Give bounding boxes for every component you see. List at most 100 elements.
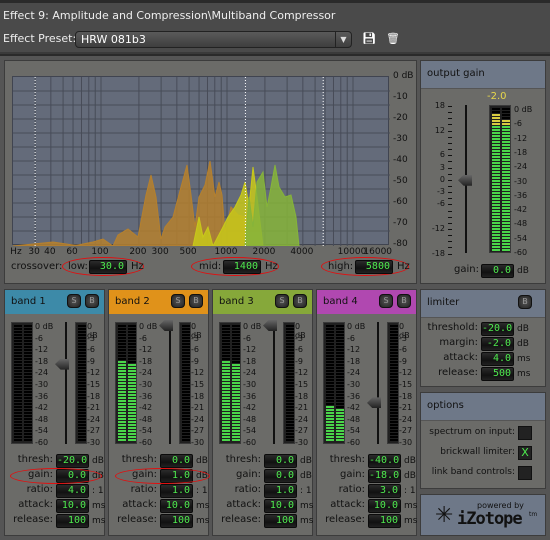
bypass-button[interactable]: B: [189, 294, 203, 308]
input-meter-label: -12: [139, 345, 153, 355]
slider-tick: [448, 222, 452, 224]
threshold-slider-handle[interactable]: [55, 358, 69, 370]
meter-segment: [502, 186, 510, 188]
meter-segment: [336, 367, 344, 369]
meter-segment: [286, 361, 294, 363]
limiter-bypass-button[interactable]: B: [518, 295, 532, 309]
ratio-field[interactable]: 3.0: [368, 484, 401, 498]
meter-segment: [326, 388, 334, 390]
ratio-field[interactable]: 1.0: [264, 484, 297, 498]
bypass-button[interactable]: B: [397, 294, 411, 308]
input-meter-label: 0 dB: [243, 322, 262, 331]
meter-segment: [182, 400, 190, 402]
reduction-meter-label: -30: [295, 438, 309, 447]
meter-segment: [336, 337, 344, 339]
meter-segment: [502, 222, 510, 224]
meter-segment: [128, 430, 136, 432]
output-gain-field[interactable]: 0.0: [481, 264, 514, 278]
output-gain-slider-handle[interactable]: [458, 174, 472, 186]
input-meter-label: -48: [347, 414, 361, 424]
thresh-field[interactable]: -20.0: [56, 454, 89, 468]
release-field[interactable]: 100: [368, 514, 401, 528]
attack-field[interactable]: 10.0: [368, 499, 401, 513]
bypass-button[interactable]: B: [85, 294, 99, 308]
limiter-margin-field[interactable]: -2.0: [481, 337, 514, 351]
solo-button[interactable]: S: [171, 294, 185, 308]
meter-segment: [232, 352, 240, 354]
gain-field[interactable]: -18.0: [368, 469, 401, 483]
meter-segment: [14, 403, 22, 405]
meter-segment: [182, 325, 190, 327]
input-meter-label: -12: [35, 345, 49, 355]
limiter-release-field[interactable]: 500: [481, 367, 514, 381]
crossover-mid-field[interactable]: 1400: [223, 260, 261, 274]
meter-segment: [128, 436, 136, 438]
gain-reduction-meter: [283, 322, 295, 444]
attack-field[interactable]: 10.0: [160, 499, 193, 513]
brickwall-limiter-checkbox[interactable]: X: [518, 446, 532, 460]
input-meter-label: -36: [35, 391, 49, 401]
ratio-field[interactable]: 4.0: [56, 484, 89, 498]
save-icon[interactable]: 💾︎: [362, 32, 376, 46]
meter-segment: [502, 204, 510, 206]
release-field[interactable]: 100: [264, 514, 297, 528]
limiter-attack-unit: ms: [517, 354, 531, 364]
threshold-slider-track[interactable]: [377, 322, 379, 444]
meter-segment: [390, 388, 398, 390]
reduction-meter-label: -3: [295, 333, 303, 343]
output-meter-label: -42: [514, 205, 528, 215]
threshold-slider-handle[interactable]: [367, 397, 381, 409]
meter-segment: [118, 391, 126, 393]
bypass-button[interactable]: B: [293, 294, 307, 308]
meter-segment: [326, 379, 334, 381]
meter-segment: [24, 412, 32, 414]
crossover-low-field[interactable]: 30.0: [89, 260, 127, 274]
meter-segment: [232, 391, 240, 393]
attack-field[interactable]: 10.0: [56, 499, 89, 513]
spectrum-on-input-checkbox[interactable]: [518, 426, 532, 440]
threshold-slider-track[interactable]: [169, 322, 171, 444]
release-field[interactable]: 100: [160, 514, 193, 528]
output-slider-label: 0: [439, 174, 445, 184]
high-label: high:: [328, 261, 354, 272]
gain-field[interactable]: 0.0: [264, 469, 297, 483]
thresh-field[interactable]: 0.0: [264, 454, 297, 468]
meter-segment: [492, 108, 500, 110]
meter-segment: [78, 433, 86, 435]
meter-segment: [492, 192, 500, 194]
crossover-high-field[interactable]: 5800: [355, 260, 393, 274]
meter-segment: [14, 436, 22, 438]
solo-button[interactable]: S: [67, 294, 81, 308]
meter-segment: [492, 183, 500, 185]
input-meter-label: 0 dB: [35, 322, 54, 331]
ratio-field[interactable]: 1.0: [160, 484, 193, 498]
solo-button[interactable]: S: [275, 294, 289, 308]
limiter-threshold-field[interactable]: -20.0: [481, 322, 514, 336]
output-slider-label: -18: [431, 248, 445, 258]
thresh-field[interactable]: 0.0: [160, 454, 193, 468]
slider-tick: [448, 149, 452, 151]
threshold-slider-handle[interactable]: [263, 320, 277, 331]
attack-field[interactable]: 10.0: [264, 499, 297, 513]
threshold-slider-track[interactable]: [65, 322, 67, 444]
dropdown-arrow-icon[interactable]: ▼: [335, 32, 351, 47]
link-band-controls-checkbox[interactable]: [518, 466, 532, 480]
preset-dropdown[interactable]: HRW 081b3 ▼: [75, 31, 352, 48]
meter-segment: [222, 358, 230, 360]
gain-label: gain:: [236, 469, 261, 480]
limiter-attack-field[interactable]: 4.0: [481, 352, 514, 366]
meter-segment: [128, 364, 136, 366]
reduction-meter-label: -9: [295, 356, 303, 366]
meter-segment: [118, 346, 126, 348]
meter-segment: [492, 120, 500, 122]
solo-button[interactable]: S: [379, 294, 393, 308]
meter-segment: [14, 373, 22, 375]
release-field[interactable]: 100: [56, 514, 89, 528]
meter-segment: [14, 346, 22, 348]
threshold-slider-track[interactable]: [273, 322, 275, 444]
thresh-field[interactable]: -40.0: [368, 454, 401, 468]
threshold-slider-handle[interactable]: [159, 320, 173, 331]
meter-segment: [232, 406, 240, 408]
delete-icon[interactable]: 🗑︎: [386, 32, 400, 46]
meter-segment: [14, 334, 22, 336]
